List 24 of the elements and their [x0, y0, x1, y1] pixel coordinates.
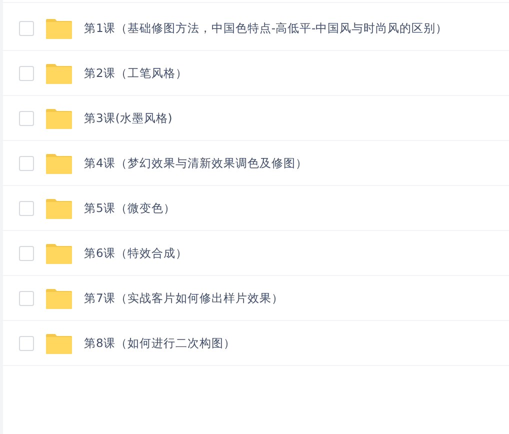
checkbox[interactable]: [19, 156, 34, 170]
checkbox[interactable]: [19, 20, 34, 36]
file-name[interactable]: 第2课（工笔风格）: [84, 66, 188, 80]
file-name[interactable]: 第3课(水墨风格): [84, 110, 172, 126]
folder-icon: [46, 152, 72, 174]
checkbox[interactable]: [19, 66, 34, 80]
checkbox[interactable]: [19, 200, 34, 216]
folder-icon: [46, 18, 72, 38]
file-name[interactable]: 第8课（如何进行二次构图）: [84, 336, 236, 350]
folder-icon: [46, 108, 72, 128]
folder-icon: [46, 242, 72, 264]
folder-icon: [46, 288, 72, 308]
file-name[interactable]: 第4课（梦幻效果与清新效果调色及修图）: [84, 156, 308, 170]
checkbox[interactable]: [19, 290, 34, 306]
file-name[interactable]: 第5课（微变色）: [84, 200, 176, 216]
file-name[interactable]: 第1课（基础修图方法，中国色特点-高低平-中国风与时尚风的区别）: [84, 20, 448, 36]
checkbox[interactable]: [19, 110, 34, 126]
checkbox[interactable]: [19, 336, 34, 350]
folder-icon: [46, 198, 72, 218]
folder-icon: [46, 62, 72, 84]
checkbox[interactable]: [19, 246, 34, 260]
folder-icon: [46, 332, 72, 354]
file-name[interactable]: 第7课（实战客片如何修出样片效果）: [84, 290, 284, 306]
file-name[interactable]: 第6课（特效合成）: [84, 246, 188, 260]
